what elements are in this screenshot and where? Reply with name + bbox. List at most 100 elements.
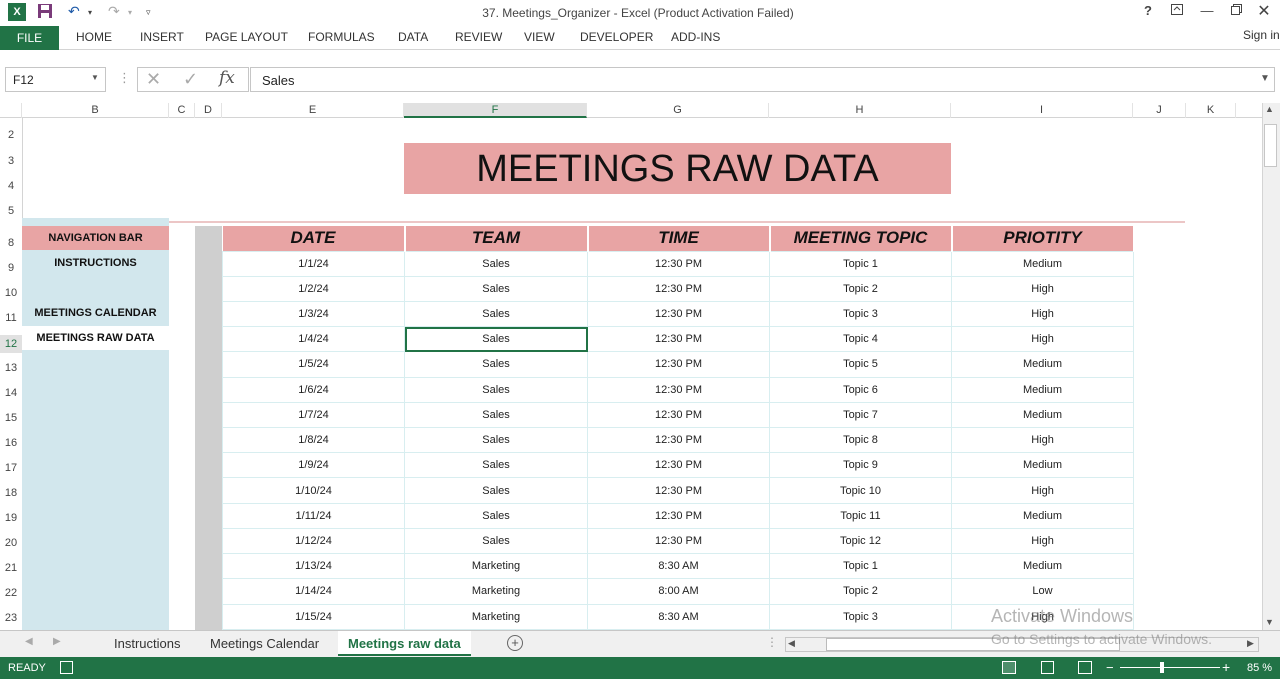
vertical-scroll-thumb[interactable] [1264,124,1277,167]
cell-priority[interactable]: Medium [951,250,1134,277]
cell-date[interactable]: 1/8/24 [222,427,405,454]
insert-function-icon[interactable]: fx [219,68,235,88]
cancel-icon[interactable]: ✕ [146,69,161,90]
tab-developer[interactable]: DEVELOPER [580,30,653,44]
row-header[interactable]: 3 [0,155,22,167]
add-sheet-icon[interactable]: + [507,635,523,651]
cell-meeting-topic[interactable]: Topic 6 [769,376,952,403]
sheet-tab-meetings-raw-data[interactable]: Meetings raw data [338,631,471,656]
cell-time[interactable]: 12:30 PM [587,351,770,378]
cell-priority[interactable]: High [951,527,1134,555]
cell-meeting-topic[interactable]: Topic 1 [769,553,952,580]
tab-review[interactable]: REVIEW [455,30,502,44]
cell-date[interactable]: 1/9/24 [222,452,405,479]
next-sheet-icon[interactable]: ▶ [53,636,61,647]
row-header[interactable]: 14 [0,387,22,399]
header-time[interactable]: TIME [587,226,771,251]
enter-icon[interactable]: ✓ [183,69,198,90]
cell-team[interactable]: Sales [404,300,588,328]
cell-meeting-topic[interactable]: Topic 4 [769,326,952,353]
row-header[interactable]: 2 [0,129,22,141]
cell-meeting-topic[interactable]: Topic 5 [769,351,952,378]
cell-date[interactable]: 1/7/24 [222,401,405,429]
cell-priority[interactable]: High [951,326,1134,353]
cell-meeting-topic[interactable]: Topic 9 [769,452,952,479]
cell-team[interactable]: Sales [404,275,588,302]
row-header[interactable]: 18 [0,487,22,499]
cell-team[interactable]: Marketing [404,553,588,580]
cell-priority[interactable]: Medium [951,376,1134,403]
ribbon-display-icon[interactable] [1167,3,1187,18]
minimize-icon[interactable]: — [1197,3,1217,18]
row-header[interactable]: 20 [0,537,22,549]
cell-team[interactable]: Sales [404,326,588,353]
page-layout-view-icon[interactable] [1041,661,1054,674]
column-header-b[interactable]: B [22,103,169,118]
cell-date[interactable]: 1/14/24 [222,578,405,605]
cell-time[interactable]: 12:30 PM [587,250,770,277]
cell-meeting-topic[interactable]: Topic 3 [769,603,952,631]
cell-time[interactable]: 12:30 PM [587,401,770,429]
cell-meeting-topic[interactable]: Topic 7 [769,401,952,429]
cell-time[interactable]: 8:00 AM [587,578,770,605]
cell-priority[interactable]: Medium [951,351,1134,378]
cell-date[interactable]: 1/10/24 [222,477,405,504]
column-header-i[interactable]: I [951,103,1133,118]
cell-team[interactable]: Sales [404,452,588,479]
tab-split-icon[interactable]: ⋮ [766,635,778,649]
cell-meeting-topic[interactable]: Topic 1 [769,250,952,277]
row-header[interactable]: 22 [0,587,22,599]
cell-team[interactable]: Sales [404,250,588,277]
help-button[interactable]: ? [1138,3,1158,18]
header-team[interactable]: TEAM [404,226,589,251]
cell-team[interactable]: Sales [404,502,588,529]
scroll-down-icon[interactable]: ▼ [1265,617,1274,627]
zoom-slider-track[interactable] [1120,667,1220,668]
row-header[interactable]: 4 [0,180,22,192]
cell-time[interactable]: 12:30 PM [587,477,770,504]
row-header[interactable]: 9 [0,262,22,274]
prev-sheet-icon[interactable]: ◀ [25,636,33,647]
cell-time[interactable]: 12:30 PM [587,300,770,328]
cell-time[interactable]: 12:30 PM [587,527,770,555]
row-header[interactable]: 12 [0,335,22,353]
close-icon[interactable]: ✕ [1254,1,1274,21]
cell-date[interactable]: 1/1/24 [222,250,405,277]
nav-link-meetings-raw-data[interactable]: MEETINGS RAW DATA [22,326,169,350]
tab-page-layout[interactable]: PAGE LAYOUT [205,30,288,44]
column-header-g[interactable]: G [587,103,769,118]
zoom-slider-thumb[interactable] [1160,662,1164,673]
cell-date[interactable]: 1/2/24 [222,275,405,302]
cell-meeting-topic[interactable]: Topic 3 [769,300,952,328]
expand-formula-bar-icon[interactable]: ▼ [1260,73,1270,84]
sheet-tab-meetings-calendar[interactable]: Meetings Calendar [200,631,329,656]
cell-date[interactable]: 1/13/24 [222,553,405,580]
header-date[interactable]: DATE [222,226,406,251]
row-header[interactable]: 15 [0,412,22,424]
cell-date[interactable]: 1/12/24 [222,527,405,555]
cell-priority[interactable]: High [951,275,1134,302]
tab-view[interactable]: VIEW [524,30,555,44]
row-header[interactable]: 10 [0,287,22,299]
cell-time[interactable]: 8:30 AM [587,553,770,580]
header-priority[interactable]: PRIOTITY [951,226,1135,251]
sign-in-link[interactable]: Sign in [1243,28,1280,42]
column-header-e[interactable]: E [222,103,404,118]
sheet-tab-instructions[interactable]: Instructions [104,631,190,656]
column-header-c[interactable]: C [169,103,195,118]
cell-team[interactable]: Sales [404,477,588,504]
row-header[interactable]: 5 [0,205,22,217]
nav-link-meetings-calendar[interactable]: MEETINGS CALENDAR [22,301,169,325]
cell-time[interactable]: 12:30 PM [587,427,770,454]
row-header[interactable]: 21 [0,562,22,574]
cell-priority[interactable]: High [951,427,1134,454]
row-header[interactable]: 11 [0,312,22,324]
column-header-j[interactable]: J [1133,103,1186,118]
cell-meeting-topic[interactable]: Topic 2 [769,578,952,605]
cell-meeting-topic[interactable]: Topic 10 [769,477,952,504]
macro-record-icon[interactable] [60,661,73,674]
normal-view-icon[interactable] [1002,661,1016,674]
formula-input[interactable]: Sales [250,67,1275,92]
cell-time[interactable]: 12:30 PM [587,452,770,479]
restore-icon[interactable] [1226,3,1246,18]
